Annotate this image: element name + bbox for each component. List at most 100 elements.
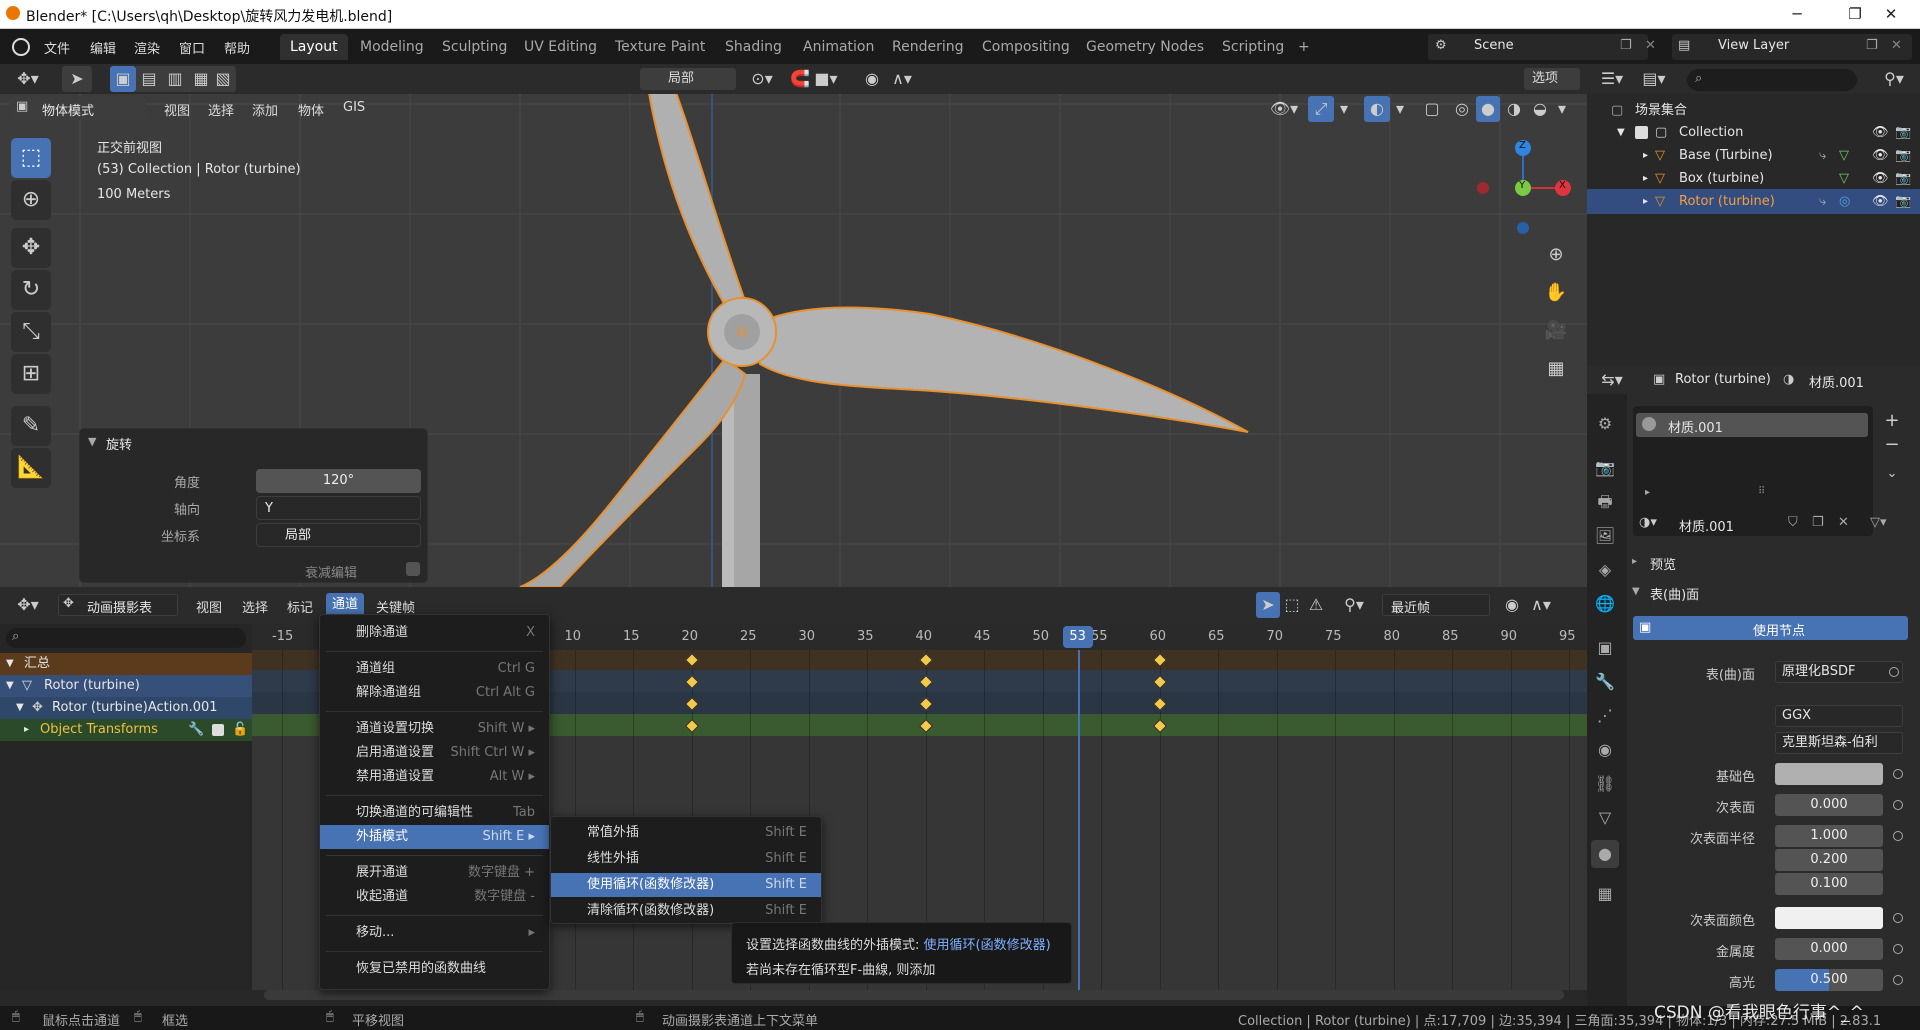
menu-file[interactable]: 文件 [44,38,70,57]
menu-toggle-editability[interactable]: 切换通道的可编辑性 Tab [320,801,549,825]
viewport-menu-view[interactable]: 视图 [164,100,190,119]
tool-tab-icon[interactable]: ⚙ [1591,410,1619,438]
particles-tab-icon[interactable]: ⋰ [1591,702,1619,730]
solid-shading-icon[interactable]: ● [1476,96,1500,122]
annotate-tool[interactable]: ✎ [11,406,51,446]
orient-dropdown[interactable]: 局部 [256,523,421,547]
use-nodes-button[interactable]: ▣ 使用节点 [1633,616,1908,640]
render-tab-icon[interactable]: 📷 [1591,454,1619,482]
current-frame-indicator[interactable]: 53 [1062,626,1093,648]
subsurface-radius-socket-icon[interactable] [1893,831,1903,841]
select-mode-new-icon[interactable]: ▣ [110,66,136,92]
editor-type-icon[interactable]: ✥▾ [8,66,48,92]
expand-icon[interactable]: ▸ [24,719,29,741]
scene-tab-icon[interactable]: ◈ [1591,556,1619,584]
menu-constant-extrapolation[interactable]: 常值外插 Shift E [551,821,821,845]
menu-extrapolation-mode[interactable]: 外插模式 Shift E ▸ [320,825,549,849]
pan-hand-icon[interactable]: ✋ [1542,280,1570,306]
camera-render-icon[interactable]: 📷 [1895,189,1911,214]
slot-list-expand-icon[interactable]: ▸ [1645,487,1650,498]
filter-icon[interactable]: ⚲▾ [1875,66,1913,92]
menu-clear-cyclic[interactable]: 清除循环(函数修改器) Shift E [551,899,821,923]
zoom-icon[interactable]: ⊕ [1542,242,1570,268]
menu-edit[interactable]: 编辑 [90,38,116,57]
select-mode-subtract-icon[interactable]: ▥ [162,66,188,92]
add-workspace-button[interactable]: + [1288,34,1320,60]
metallic-field[interactable]: 0.000 [1775,938,1883,960]
ortho-grid-icon[interactable]: ▦ [1542,356,1570,382]
menu-move[interactable]: 移动... ▸ [320,921,549,945]
channel-rotor-object[interactable]: ▼ ▽ Rotor (turbine) [0,675,252,697]
select-tool-icon[interactable]: ➤ [62,66,92,92]
expand-icon[interactable]: ▸ [1643,189,1648,214]
surface-expand-icon[interactable]: ▼ [1632,586,1640,597]
dope-menu-select[interactable]: 选择 [242,597,268,616]
tab-animation[interactable]: Animation [793,34,884,60]
outliner-search[interactable] [1687,69,1857,91]
display-mode-icon[interactable]: ▤▾ [1637,66,1671,92]
surface-panel-header[interactable]: 表(曲)面 [1650,584,1699,603]
outliner-editor-type-icon[interactable]: ☰▾ [1595,66,1629,92]
dope-falloff-icon[interactable]: ∧▾ [1526,592,1556,618]
base-color-socket-icon[interactable] [1893,769,1903,779]
menu-ungroup-channels[interactable]: 解除通道组 Ctrl Alt G [320,681,549,705]
transform-orientation-dropdown[interactable]: 局部 [640,68,736,90]
tab-rendering[interactable]: Rendering [882,34,974,60]
remove-slot-button[interactable]: − [1880,434,1904,458]
proportional-editing-icon[interactable]: ◉ [860,66,884,92]
menu-window[interactable]: 窗口 [179,38,205,57]
duplicate-material-icon[interactable]: ❐ [1812,515,1824,530]
only-selected-icon[interactable]: ➤ [1256,592,1280,618]
select-mode-extend-icon[interactable]: ▤ [136,66,162,92]
eye-icon[interactable]: 👁 [1872,143,1889,168]
view-layer-tab-icon[interactable]: 🖼 [1591,522,1619,550]
snap-mode-dropdown[interactable]: 最近帧 [1382,594,1490,616]
channel-search[interactable]: ⌕ [6,628,246,648]
gizmo-neg-z-axis[interactable] [1517,222,1529,234]
rotate-tool[interactable]: ↻ [11,270,51,310]
xray-icon[interactable]: ▢ [1420,96,1444,122]
gizmo-dropdown-icon[interactable]: ▾ [1336,96,1352,122]
channel-action[interactable]: ▼ ✥ Rotor (turbine)Action.001 [0,697,252,719]
dope-filter-icon[interactable]: ⚲▾ [1336,592,1372,618]
gizmo-neg-x-axis[interactable] [1477,182,1489,194]
tab-modeling[interactable]: Modeling [350,34,434,60]
menu-render[interactable]: 渲染 [134,38,160,57]
preview-expand-icon[interactable]: ▸ [1632,556,1637,567]
scene-copy-icon[interactable]: ❐ [1620,38,1632,53]
material-browse[interactable]: ◑▾ 材质.001 [1633,512,1783,536]
metallic-socket-icon[interactable] [1893,944,1903,954]
menu-enable-channel-setting[interactable]: 启用通道设置 Shift Ctrl W ▸ [320,741,549,765]
dope-menu-view[interactable]: 视图 [196,597,222,616]
tab-layout[interactable]: Layout [280,34,348,60]
modifier-wrench-icon[interactable]: 🔧 [188,719,204,741]
outliner-base-turbine[interactable]: ▸ ▽ Base (Turbine) ⤷ ▽ 👁 📷 [1587,143,1920,168]
material-shading-icon[interactable]: ◑ [1502,96,1526,122]
subsurface-socket-icon[interactable] [1893,800,1903,810]
expand-icon[interactable]: ▼ [6,675,14,697]
preview-panel-header[interactable]: 预览 [1650,554,1676,573]
axis-dropdown[interactable]: Y [256,496,421,520]
expand-icon[interactable]: ▼ [16,697,24,719]
subsurface-method-dropdown[interactable]: 克里斯坦森-伯利 [1775,732,1903,754]
outliner-rotor-turbine[interactable]: ▸ ▽ Rotor (turbine) ⤷ ◎ 👁 📷 [1587,189,1920,214]
outliner-box-turbine[interactable]: ▸ ▽ Box (turbine) ▽ 👁 📷 [1587,166,1920,191]
dope-proportional-icon[interactable]: ◉ [1500,592,1524,618]
visibility-icon[interactable]: 👁▾ [1266,96,1302,122]
overlays-dropdown-icon[interactable]: ▾ [1392,96,1408,122]
unlink-material-icon[interactable]: ✕ [1838,515,1849,530]
world-tab-icon[interactable]: 🌐 [1591,590,1619,618]
channel-object-transforms[interactable]: ▸ Object Transforms 🔧 🔓 [0,719,252,741]
view-layer-remove-icon[interactable]: ✕ [1891,38,1902,53]
specular-field[interactable]: 0.500 [1775,969,1883,991]
blender-menu-icon[interactable] [12,38,30,56]
tab-texture-paint[interactable]: Texture Paint [605,34,715,60]
menu-make-cyclic[interactable]: 使用循环(函数修改器) Shift E [551,873,821,897]
tab-sculpting[interactable]: Sculpting [432,34,517,60]
angle-field[interactable]: 120° [256,469,421,493]
tab-compositing[interactable]: Compositing [972,34,1080,60]
menu-toggle-channel-setting[interactable]: 通道设置切换 Shift W ▸ [320,717,549,741]
tab-geometry-nodes[interactable]: Geometry Nodes [1076,34,1214,60]
select-mode-intersect-icon[interactable]: ▧ [210,66,236,92]
expand-icon[interactable]: ▼ [1617,120,1625,145]
